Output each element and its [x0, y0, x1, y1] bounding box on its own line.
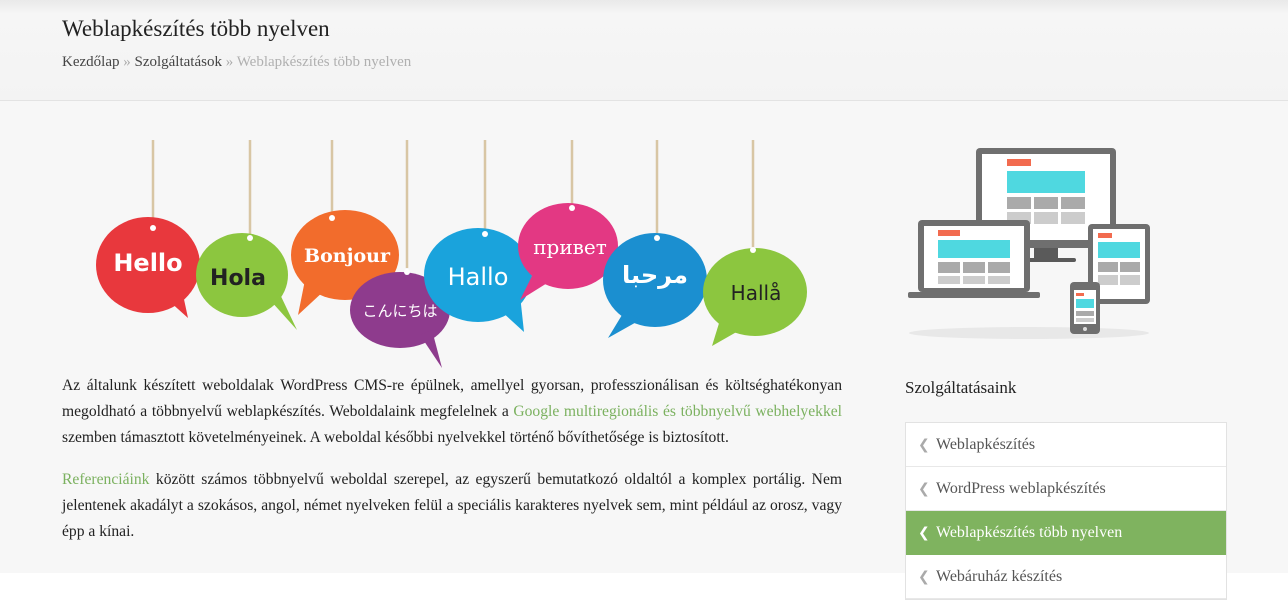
sidebar-item-label: WordPress weblapkészítés: [936, 479, 1106, 497]
article-text: között számos többnyelvű weboldal szerep…: [62, 471, 842, 540]
article-paragraph: Az általunk készített weboldalak WordPre…: [62, 373, 842, 451]
breadcrumb-separator: »: [225, 54, 234, 70]
breadcrumb-separator: »: [123, 54, 131, 70]
bubble-halla: Hallå: [703, 247, 807, 346]
languages-hero-image: Hello Hola Bonjour こんにちは Hallo привет مر…: [96, 140, 807, 368]
page-header: Weblapkészítés több nyelven Kezdőlap » S…: [0, 0, 1288, 101]
bubble-hole: [482, 231, 488, 237]
bubble-hole: [329, 215, 335, 221]
bubble-label: Hola: [210, 266, 266, 291]
sidebar-item-label: Weblapkészítés több nyelven: [936, 523, 1123, 541]
chevron-left-icon: ❮: [918, 568, 930, 585]
bubble-label: Bonjour: [304, 245, 391, 267]
laptop-icon: [908, 220, 1040, 298]
chevron-left-icon: ❮: [918, 480, 930, 497]
bubble-marhaba: مرحبا: [603, 233, 707, 338]
bubble-tail: [270, 290, 297, 330]
bubble-hole: [569, 205, 575, 211]
services-menu: ❮ Weblapkészítés ❮ WordPress weblapkészí…: [905, 422, 1227, 600]
bubble-hello: Hello: [96, 217, 200, 318]
article-text: szemben támasztott követelményeinek. A w…: [62, 429, 729, 446]
bubble-privet: привет: [518, 203, 618, 300]
sidebar-item-wordpress[interactable]: ❮ WordPress weblapkészítés: [906, 467, 1226, 511]
bubble-label: Hello: [113, 249, 182, 277]
article-body: Az általunk készített weboldalak WordPre…: [62, 373, 842, 561]
bubble-hola: Hola: [196, 233, 297, 330]
sidebar-item-multilingual[interactable]: ❮ Weblapkészítés több nyelven: [906, 511, 1226, 555]
breadcrumb-current: Weblapkészítés több nyelven: [236, 54, 412, 70]
chevron-left-icon: ❮: [918, 524, 930, 541]
references-link[interactable]: Referenciáink: [62, 471, 149, 488]
sidebar-item-webshop[interactable]: ❮ Webáruház készítés: [906, 555, 1226, 599]
google-multiregional-link[interactable]: Google multiregionális és többnyelvű web…: [513, 403, 842, 420]
bubble-hole: [654, 235, 660, 241]
bubble-label: привет: [533, 235, 607, 259]
shadow: [909, 327, 1149, 339]
phone-icon: [1070, 282, 1100, 334]
bubble-hole: [150, 225, 156, 231]
bubble-label: مرحبا: [622, 261, 688, 289]
breadcrumb-services-link[interactable]: Szolgáltatások: [134, 54, 221, 70]
bubble-hole: [247, 235, 253, 241]
page-title: Weblapkészítés több nyelven: [62, 16, 330, 41]
bubble-label: Hallo: [448, 263, 509, 291]
responsive-devices-illustration: [908, 148, 1150, 339]
bubble-label: Hallå: [731, 281, 782, 305]
bubble-label: こんにちは: [362, 302, 437, 320]
article-paragraph: Referenciáink között számos többnyelvű w…: [62, 467, 842, 545]
bubble-hole: [404, 269, 410, 275]
sidebar-item-label: Webáruház készítés: [936, 567, 1063, 585]
bubble-tail: [420, 330, 442, 368]
sidebar-item-label: Weblapkészítés: [936, 435, 1036, 453]
breadcrumb: Kezdőlap » Szolgáltatások » Weblapkészít…: [62, 54, 411, 71]
sidebar-item-weblapkeszites[interactable]: ❮ Weblapkészítés: [906, 423, 1226, 467]
breadcrumb-home-link[interactable]: Kezdőlap: [62, 54, 119, 70]
bubble-hole: [750, 247, 756, 253]
sidebar-title: Szolgáltatásaink: [905, 378, 1017, 397]
chevron-left-icon: ❮: [918, 436, 930, 453]
